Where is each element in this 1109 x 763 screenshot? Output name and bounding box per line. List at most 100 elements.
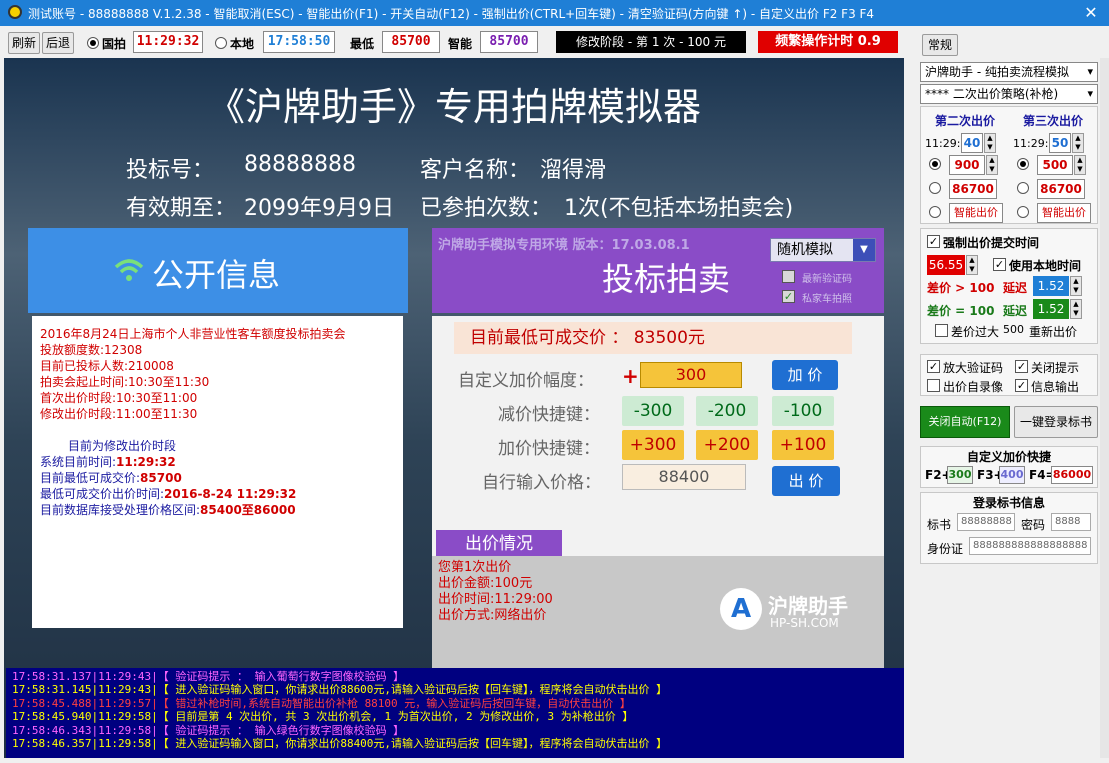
custom-shortcut-title: 自定义加价快捷 — [966, 450, 1051, 464]
delay-stepper-1[interactable]: ▲ ▼ — [1070, 276, 1082, 296]
national-label: 国拍 — [102, 37, 127, 51]
second-fixed-radio[interactable] — [929, 182, 941, 194]
wifi-icon — [114, 259, 144, 281]
phase-line: 目前为修改出价时段 — [68, 439, 177, 453]
plus-200-button[interactable]: +200 — [696, 430, 758, 460]
custom-increase-label: 自定义加价幅度： — [458, 371, 594, 391]
second-add-radio[interactable] — [929, 158, 941, 170]
second-seconds-input[interactable]: 40 — [961, 133, 983, 153]
min-time: 2016-8-24 11:29:32 — [164, 487, 297, 501]
third-add-radio[interactable] — [1017, 158, 1029, 170]
mode-select-side[interactable]: 沪牌助手 - 纯拍卖流程模拟 — [920, 62, 1098, 82]
bidding-header: 沪牌助手模拟专用环境 版本：17.03.08.1 投标拍卖 随机模拟 ▼ 最新验… — [432, 228, 884, 313]
add-price-button[interactable]: 加 价 — [772, 360, 838, 390]
toggle-auto-button[interactable]: 关闭自动(F12) — [920, 406, 1010, 438]
minus-shortcut-label: 减价快捷键： — [498, 405, 600, 425]
third-fixed-radio[interactable] — [1017, 182, 1029, 194]
local-radio[interactable] — [215, 37, 227, 49]
log-line: 17:58:46.343|11:29:58|【 验证码提示 ： 输入绿色行数字图… — [12, 723, 405, 737]
book-input[interactable]: 88888888 — [957, 513, 1015, 531]
diff-big-checkbox[interactable] — [935, 324, 948, 337]
minus-200-button[interactable]: -200 — [696, 396, 758, 426]
plus-300-button[interactable]: +300 — [622, 430, 684, 460]
manual-price-input[interactable]: 88400 — [622, 464, 746, 490]
captcha-checkbox[interactable] — [782, 270, 795, 283]
third-smart-bid[interactable]: 智能出价 — [1037, 203, 1091, 223]
info-line: 投放额度数:12308 — [40, 343, 143, 357]
f4-input[interactable]: 86000 — [1051, 466, 1093, 484]
back-button[interactable]: 后退 — [42, 32, 74, 54]
minus-100-button[interactable]: -100 — [772, 396, 834, 426]
plus-100-button[interactable]: +100 — [772, 430, 834, 460]
third-fixed-input[interactable]: 86700 — [1037, 179, 1085, 199]
second-smart-radio[interactable] — [929, 206, 941, 218]
info-output-checkbox[interactable]: ✓ — [1015, 379, 1028, 392]
delay-input-1[interactable]: 1.52 — [1033, 276, 1069, 296]
third-add-stepper[interactable]: ▲ ▼ — [1074, 155, 1086, 175]
bid-no-label: 投标号： — [126, 158, 215, 183]
force-bid-time[interactable]: 56.55 — [927, 255, 965, 275]
third-smart-radio[interactable] — [1017, 206, 1029, 218]
third-add-input[interactable]: 500 — [1037, 155, 1073, 175]
public-info-header: 公开信息 — [28, 228, 408, 313]
custom-increase-input[interactable]: 300 — [640, 362, 742, 388]
logo-url: HP-SH.COM — [770, 616, 839, 630]
submit-bid-button[interactable]: 出 价 — [772, 466, 840, 496]
f3-input[interactable]: 400 — [999, 466, 1025, 484]
force-bid-label: 强制出价提交时间 — [943, 236, 1040, 250]
third-seconds-input[interactable]: 50 — [1049, 133, 1071, 153]
book-label: 标书 — [927, 518, 952, 532]
force-bid-checkbox[interactable]: ✓ — [927, 235, 940, 248]
status-line: 出价时间:11:29:00 — [438, 592, 553, 607]
bidding-title: 投标拍卖 — [602, 260, 731, 298]
tab-normal[interactable]: 常规 — [922, 34, 958, 56]
range-row: 目前数据库接受处理价格区间:85400至86000 — [40, 502, 395, 518]
second-fixed-input[interactable]: 86700 — [949, 179, 997, 199]
toolbar: 刷新 后退 国拍 11:29:32 本地 17:58:50 最低 85700 智… — [0, 26, 1109, 58]
second-add-stepper[interactable]: ▲ ▼ — [986, 155, 998, 175]
national-radio[interactable] — [87, 37, 99, 49]
third-bid-title: 第三次出价 — [1023, 114, 1084, 128]
second-smart-bid[interactable]: 智能出价 — [949, 203, 1003, 223]
strategy-select[interactable]: **** 二次出价策略(补枪) — [920, 84, 1098, 104]
f2-input[interactable]: 300 — [947, 466, 973, 484]
refresh-button[interactable]: 刷新 — [8, 32, 40, 54]
private-car-checkbox[interactable]: ✓ — [782, 290, 795, 303]
mode-select[interactable]: 随机模拟 ▼ — [770, 238, 876, 262]
status-line: 出价方式:网络出价 — [438, 608, 547, 623]
bid-no: 88888888 — [244, 152, 356, 177]
force-bid-stepper[interactable]: ▲ ▼ — [966, 255, 978, 275]
min-time-label: 最低可成交价出价时间: — [40, 487, 165, 501]
min-time-row: 最低可成交价出价时间:2016-8-24 11:29:32 — [40, 486, 395, 502]
login-book-button[interactable]: 一键登录标书 — [1014, 406, 1098, 438]
diff-big-value[interactable]: 500 — [1003, 323, 1024, 336]
id-input[interactable]: 888888888888888888 — [969, 537, 1091, 555]
password-input[interactable]: 8888 — [1051, 513, 1091, 531]
record-checkbox[interactable] — [927, 379, 940, 392]
close-tips-label: 关闭提示 — [1031, 361, 1080, 375]
local-time-checkbox[interactable]: ✓ — [993, 258, 1006, 271]
info-line: 修改出价时段:11:00至11:30 — [40, 407, 198, 421]
close-tips-checkbox[interactable]: ✓ — [1015, 360, 1028, 373]
public-info-panel: 2016年8月24日上海市个人非营业性客车额度投标拍卖会 投放额度数:12308… — [32, 316, 403, 628]
log-line: 17:58:46.357|11:29:58|【 进入验证码输入窗口，你请求出价8… — [12, 737, 668, 751]
close-icon[interactable]: ✕ — [1076, 2, 1106, 24]
log-line: 17:58:45.940|11:29:58|【 目前是第 4 次出价, 共 3 … — [12, 710, 634, 724]
public-info-title: 公开信息 — [152, 256, 281, 294]
logo-text: 沪牌助手 — [768, 594, 848, 618]
scrollbar[interactable] — [1100, 58, 1109, 758]
customer-label: 客户名称： — [420, 158, 531, 183]
minus-300-button[interactable]: -300 — [622, 396, 684, 426]
second-add-input[interactable]: 900 — [949, 155, 985, 175]
count-label: 已参拍次数： — [420, 196, 553, 221]
second-seconds-stepper[interactable]: ▲ ▼ — [984, 133, 996, 153]
info-line: 拍卖会起止时间:10:30至11:30 — [40, 375, 210, 389]
enlarge-captcha-checkbox[interactable]: ✓ — [927, 360, 940, 373]
logo-icon: A — [720, 588, 762, 630]
delay-stepper-2[interactable]: ▲ ▼ — [1070, 299, 1082, 319]
phase-indicator: 修改阶段 - 第 1 次 - 100 元 — [556, 31, 746, 53]
diff-gt-label: 差价 > 100 — [927, 281, 995, 295]
delay-input-2[interactable]: 1.52 — [1033, 299, 1069, 319]
third-seconds-stepper[interactable]: ▲ ▼ — [1072, 133, 1084, 153]
options-group: ✓ 放大验证码 ✓ 关闭提示 出价自录像 ✓ 信息输出 — [920, 354, 1098, 396]
